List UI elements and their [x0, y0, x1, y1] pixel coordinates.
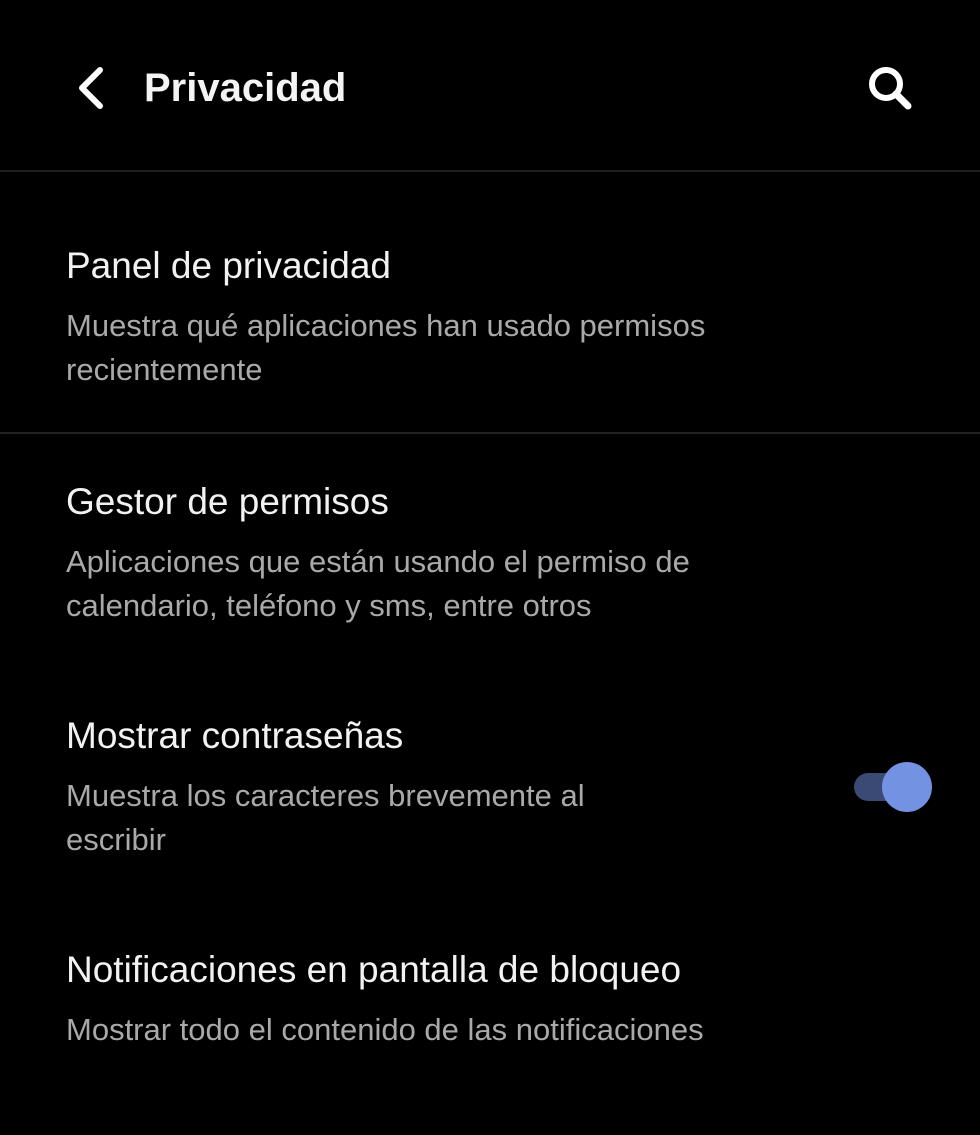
app-bar: Privacidad — [0, 0, 980, 172]
search-button[interactable] — [858, 56, 922, 120]
setting-title: Panel de privacidad — [66, 245, 391, 286]
setting-title: Gestor de permisos — [66, 481, 389, 522]
setting-summary-line: Mostrar todo el contenido de las notific… — [66, 1012, 704, 1047]
search-icon — [869, 67, 912, 110]
setting-summary: Muestra los caracteres brevemente al esc… — [66, 774, 980, 862]
chevron-left-icon — [79, 67, 103, 109]
setting-summary: Mostrar todo el contenido de las notific… — [66, 1008, 980, 1052]
show-passwords-toggle[interactable] — [852, 762, 934, 812]
setting-show-passwords[interactable]: Mostrar contraseñas Muestra los caracter… — [0, 712, 980, 862]
setting-summary: Aplicaciones que están usando el permiso… — [66, 540, 980, 628]
setting-title: Notificaciones en pantalla de bloqueo — [66, 949, 682, 990]
setting-summary-line: Aplicaciones que están usando el permiso… — [66, 544, 690, 579]
setting-summary-line: calendario, teléfono y sms, entre otros — [66, 588, 592, 623]
setting-permission-manager[interactable]: Gestor de permisos Aplicaciones que está… — [0, 478, 980, 628]
setting-title: Mostrar contraseñas — [66, 715, 404, 756]
setting-summary-line: recientemente — [66, 352, 263, 387]
back-button[interactable] — [60, 58, 120, 118]
divider — [0, 432, 980, 434]
page-title: Privacidad — [144, 66, 347, 110]
setting-summary-line: Muestra qué aplicaciones han usado permi… — [66, 308, 706, 343]
setting-summary-line: escribir — [66, 822, 166, 857]
setting-summary-line: Muestra los caracteres brevemente al — [66, 778, 585, 813]
setting-lock-screen-notifications[interactable]: Notificaciones en pantalla de bloqueo Mo… — [0, 946, 980, 1052]
setting-privacy-dashboard[interactable]: Panel de privacidad Muestra qué aplicaci… — [0, 242, 980, 392]
toggle-thumb — [882, 762, 932, 812]
setting-summary: Muestra qué aplicaciones han usado permi… — [66, 304, 980, 392]
